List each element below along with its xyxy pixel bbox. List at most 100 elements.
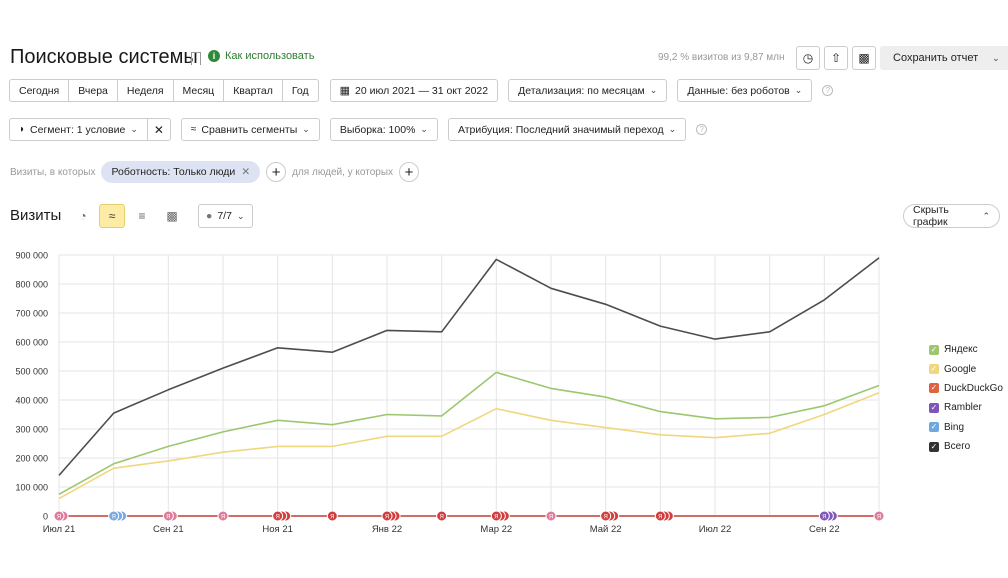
legend-label: Google — [944, 363, 977, 375]
legend-item-google[interactable]: ✓ Google — [929, 359, 1003, 378]
x-tick-label: Июл 22 — [699, 524, 732, 535]
series-line-google — [58, 392, 880, 500]
date-range-label: 20 июл 2021 — 31 окт 2022 — [355, 84, 489, 97]
annotation-marker-letter: Я — [603, 515, 607, 521]
area-chart-type-button[interactable]: ≡ — [129, 204, 155, 228]
area-chart-icon: ≡ — [138, 209, 146, 223]
robot-filter-label: Роботность: Только люди — [111, 166, 236, 178]
line-chart-type-button[interactable]: ≈ — [99, 204, 125, 228]
checkbox-icon[interactable]: ✓ — [929, 383, 939, 394]
annotation-marker-letter: Я — [57, 515, 61, 521]
save-report-button[interactable]: Сохранить отчет ⌄ — [880, 46, 1008, 70]
robot-filter-chip[interactable]: Роботность: Только люди ✕ — [101, 161, 261, 183]
compare-label: Сравнить сегменты — [201, 123, 298, 136]
x-tick-label: Май 22 — [590, 524, 622, 535]
legend-item-duckduckgo[interactable]: ✓ DuckDuckGo — [929, 379, 1003, 398]
x-tick-label: Мар 22 — [480, 524, 512, 535]
add-visit-filter-button[interactable]: + — [266, 162, 287, 182]
clear-segment-button[interactable]: ✕ — [146, 118, 171, 141]
info-icon: i — [208, 50, 220, 62]
filters-row: Визиты, в которых Роботность: Только люд… — [10, 161, 420, 183]
legend-item-total[interactable]: ✓ Всего — [929, 437, 1003, 456]
segment-dropdown[interactable]: ◗ Сегмент: 1 условие ⌄ — [9, 118, 148, 141]
visits-filter-label: Визиты, в которых — [10, 166, 96, 178]
bookmark-icon[interactable] — [191, 52, 201, 65]
pie-chart-type-button[interactable]: ◔ — [70, 204, 96, 228]
help-icon[interactable]: ? — [822, 85, 834, 96]
period-year-button[interactable]: Год — [281, 79, 319, 102]
period-month-button[interactable]: Месяц — [172, 79, 225, 102]
legend-label: Яндекс — [944, 344, 978, 356]
clock-icon: ◷ — [802, 51, 814, 65]
annotation-marker-letter: Я — [658, 515, 662, 521]
chart-legend: ✓ Яндекс ✓ Google ✓ DuckDuckGo ✓ Rambler ✓ Bing ✓ В… — [929, 340, 1003, 456]
close-icon[interactable]: ✕ — [241, 166, 250, 178]
how-to-use-label: Как использовать — [225, 50, 315, 62]
x-tick-label: Сен 21 — [153, 524, 184, 535]
data-filter-label: Данные: без роботов — [687, 84, 790, 97]
legend-item-rambler[interactable]: ✓ Rambler — [929, 398, 1003, 417]
date-range-picker[interactable]: ▦ 20 июл 2021 — 31 окт 2022 — [329, 79, 499, 102]
checkbox-icon[interactable]: ✓ — [929, 364, 939, 375]
checkbox-icon[interactable]: ✓ — [929, 344, 939, 355]
line-chart-icon: ≈ — [108, 209, 116, 223]
history-button[interactable]: ◷ — [796, 46, 820, 70]
puzzle-icon: ▩ — [858, 51, 870, 65]
bar-chart-type-button[interactable]: ▩ — [159, 204, 185, 228]
y-tick-label: 900 000 — [15, 251, 48, 261]
period-quarter-button[interactable]: Квартал — [223, 79, 283, 102]
how-to-use-link[interactable]: i Как использовать — [208, 50, 314, 62]
data-filter-dropdown[interactable]: Данные: без роботов ⌄ — [677, 79, 813, 102]
annotation-marker-letter: Я — [494, 515, 498, 521]
chevron-down-icon: ⌄ — [794, 85, 803, 95]
add-people-filter-button[interactable]: + — [399, 162, 420, 182]
detail-dropdown[interactable]: Детализация: по месяцам ⌄ — [508, 79, 668, 102]
segment-label: Сегмент: 1 условие — [30, 123, 126, 136]
legend-label: DuckDuckGo — [944, 382, 1003, 394]
checkbox-icon[interactable]: ✓ — [929, 422, 939, 433]
period-today-button[interactable]: Сегодня — [9, 79, 70, 102]
period-toolbar: Сегодня Вчера Неделя Месяц Квартал Год ▦… — [9, 79, 834, 102]
legend-item-yandex[interactable]: ✓ Яндекс — [929, 340, 1003, 359]
chevron-up-icon: ⌃ — [982, 210, 990, 221]
y-tick-label: 200 000 — [15, 454, 48, 464]
sample-dropdown[interactable]: Выборка: 100% ⌄ — [329, 118, 438, 141]
compare-icon: ≈ — [190, 124, 197, 135]
annotation-marker-letter: Я — [166, 515, 170, 521]
y-tick-label: 0 — [43, 512, 48, 522]
period-yesterday-button[interactable]: Вчера — [68, 79, 118, 102]
chevron-down-icon: ⌄ — [130, 124, 138, 134]
x-tick-label: Янв 22 — [372, 524, 402, 535]
save-report-label: Сохранить отчет — [893, 52, 979, 64]
chevron-down-icon: ⌄ — [302, 124, 310, 134]
series-count-dropdown[interactable]: ● 7/7 ⌄ — [198, 204, 253, 228]
checkbox-icon[interactable]: ✓ — [929, 441, 939, 452]
hide-chart-button[interactable]: Скрыть график ⌃ — [903, 204, 1000, 228]
compare-segments-dropdown[interactable]: ≈ Сравнить сегменты ⌄ — [180, 118, 320, 141]
attribution-dropdown[interactable]: Атрибуция: Последний значимый переход ⌄ — [447, 118, 687, 141]
chevron-down-icon: ⌄ — [236, 210, 245, 221]
help-icon[interactable]: ? — [696, 124, 708, 135]
annotation-marker-letter: Я — [221, 515, 225, 521]
annotation-marker-letter: Я — [330, 515, 334, 521]
legend-item-bing[interactable]: ✓ Bing — [929, 418, 1003, 437]
period-week-button[interactable]: Неделя — [116, 79, 174, 102]
attribution-label: Атрибуция: Последний значимый переход — [457, 123, 664, 136]
chevron-down-icon: ⌄ — [992, 52, 1000, 63]
series-line-yandex — [58, 371, 880, 495]
export-button[interactable]: ⇧ — [824, 46, 848, 70]
people-filter-label: для людей, у которых — [292, 166, 394, 178]
y-tick-label: 700 000 — [15, 309, 48, 319]
sample-label: Выборка: 100% — [339, 123, 416, 136]
y-tick-label: 400 000 — [15, 396, 48, 406]
pie-icon: ◗ — [19, 124, 26, 135]
x-tick-label: Июл 21 — [43, 524, 76, 535]
checkbox-icon[interactable]: ✓ — [929, 402, 939, 413]
annotation-marker-letter: Я — [877, 515, 881, 521]
visits-sample-note: 99,2 % визитов из 9,87 млн — [658, 52, 785, 63]
chevron-down-icon: ⌄ — [649, 85, 658, 95]
chevron-down-icon: ⌄ — [420, 124, 428, 134]
annotation-marker-letter: Я — [822, 515, 826, 521]
annotation-marker-letter: Я — [275, 515, 279, 521]
share-button[interactable]: ▩ — [852, 46, 876, 70]
